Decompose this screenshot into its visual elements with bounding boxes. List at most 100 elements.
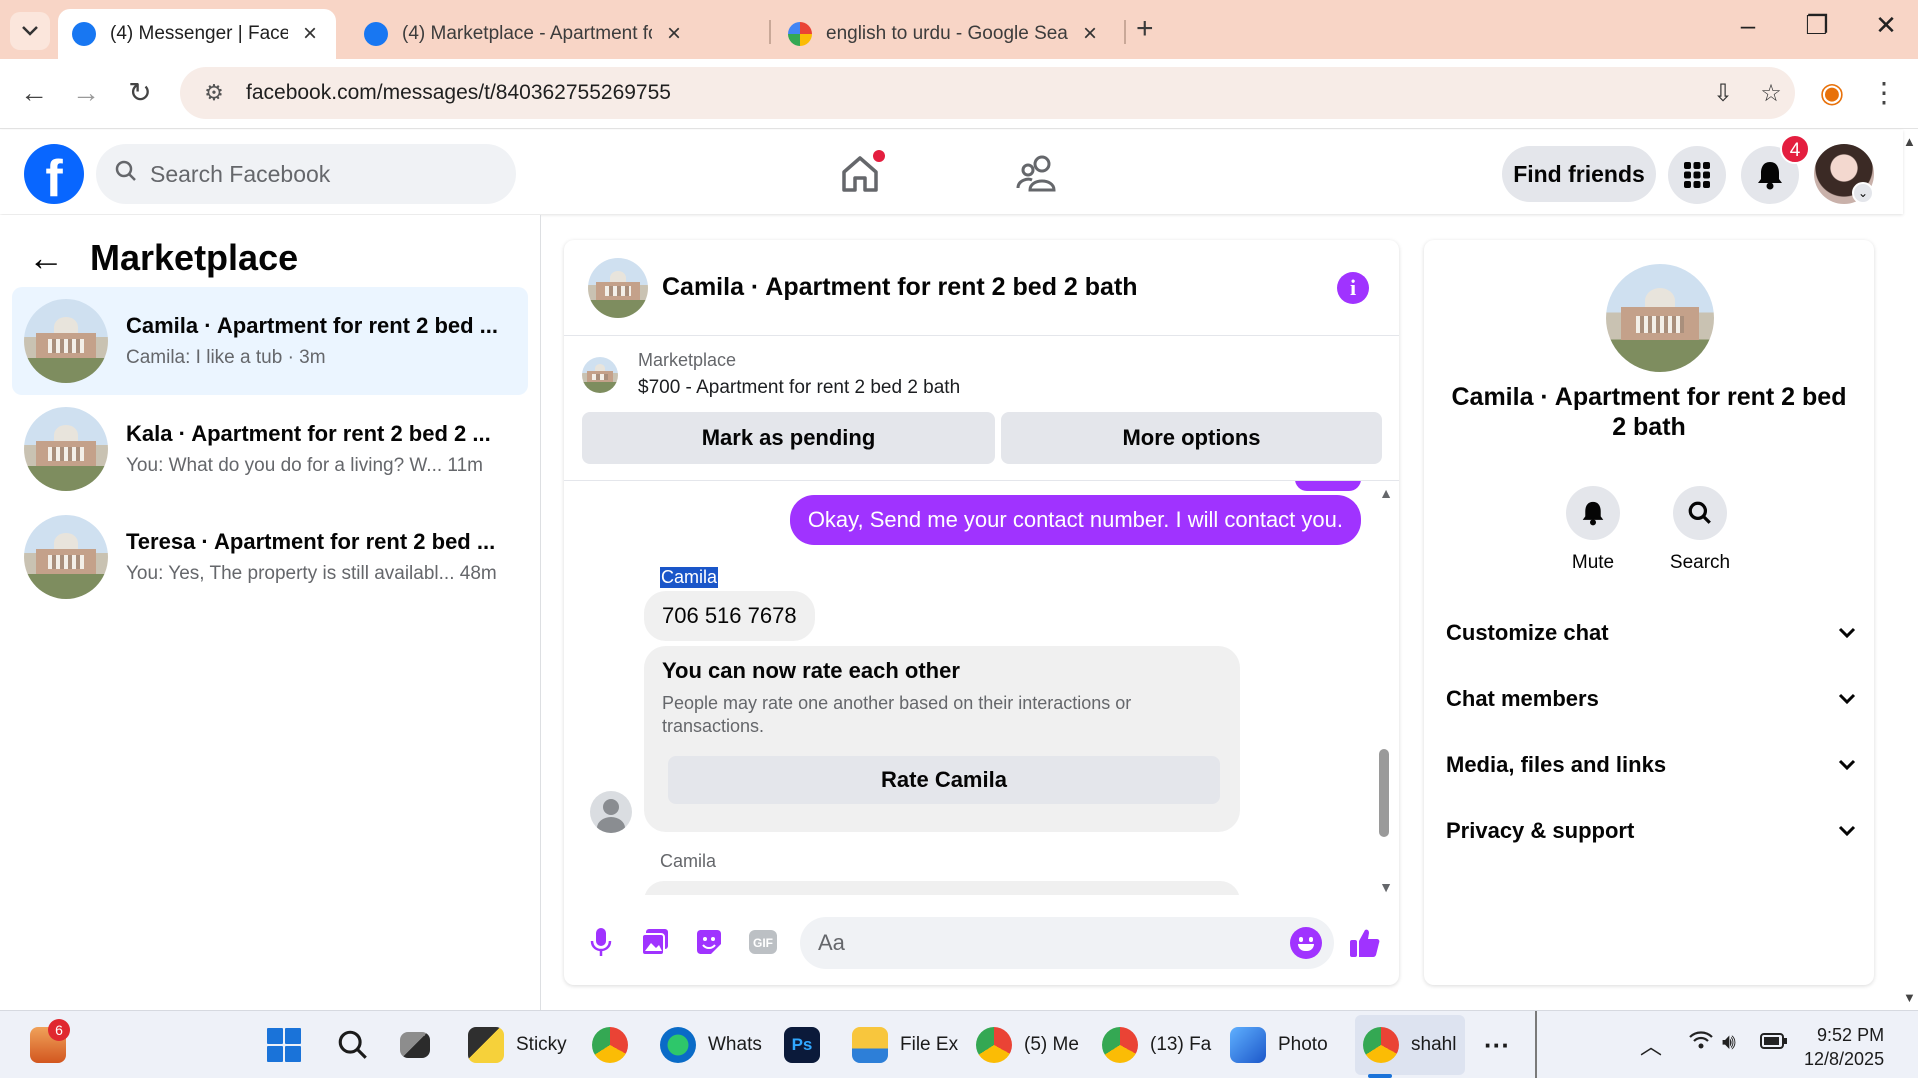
- more-apps-button[interactable]: ···: [1484, 1025, 1510, 1065]
- chat-members-section[interactable]: Chat members: [1446, 679, 1856, 719]
- close-window-button[interactable]: ✕: [1866, 10, 1906, 41]
- search-in-chat-button[interactable]: Search: [1655, 486, 1745, 574]
- browser-tab-messenger[interactable]: (4) Messenger | Facebook ×: [58, 9, 336, 59]
- forward-button[interactable]: →: [66, 73, 106, 113]
- media-files-links-section[interactable]: Media, files and links: [1446, 745, 1856, 785]
- mute-label: Mute: [1571, 552, 1615, 573]
- bookmark-star-icon[interactable]: ☆: [1747, 79, 1795, 108]
- marketplace-listing[interactable]: Marketplace $700 - Apartment for rent 2 …: [582, 350, 960, 399]
- close-icon[interactable]: ×: [1078, 20, 1102, 48]
- tab-search-button[interactable]: [10, 12, 50, 50]
- microphone-icon[interactable]: [574, 927, 628, 964]
- profile-icon[interactable]: ◉: [1812, 73, 1852, 113]
- facebook-search[interactable]: [96, 144, 516, 204]
- system-clock[interactable]: 9:52 PM 12/8/2025: [1804, 1023, 1884, 1071]
- facebook-logo[interactable]: f: [24, 144, 84, 204]
- previous-message-bubble: [1295, 481, 1361, 491]
- taskbar-search-button[interactable]: [336, 1025, 370, 1065]
- privacy-support-section[interactable]: Privacy & support: [1446, 811, 1856, 851]
- incoming-message[interactable]: 706 516 7678: [644, 591, 815, 641]
- rating-card-text: People may rate one another based on the…: [662, 693, 1132, 736]
- start-button[interactable]: [266, 1025, 302, 1065]
- browser-tab-marketplace[interactable]: (4) Marketplace - Apartment fo ×: [350, 9, 760, 59]
- sender-name: Camila: [660, 567, 719, 588]
- sticker-icon[interactable]: [682, 928, 736, 963]
- restore-button[interactable]: ❐: [1797, 10, 1837, 41]
- close-icon[interactable]: ×: [662, 20, 686, 48]
- minimize-button[interactable]: –: [1728, 10, 1768, 41]
- site-settings-icon[interactable]: ⚙: [194, 80, 234, 106]
- page-scroll-down-arrow[interactable]: ▼: [1903, 990, 1916, 1005]
- tab-divider: [769, 20, 771, 44]
- taskbar-app-chrome-facebook[interactable]: (13) Fa: [1102, 1025, 1211, 1065]
- find-friends-button[interactable]: Find friends: [1502, 146, 1656, 202]
- message-input-box[interactable]: [800, 917, 1334, 969]
- taskbar-app-label: File Ex: [900, 1034, 959, 1055]
- chat-header: Camila · Apartment for rent 2 bed 2 bath…: [564, 240, 1399, 336]
- taskbar-app-chrome[interactable]: [592, 1025, 640, 1065]
- scroll-up-arrow[interactable]: ▲: [1379, 485, 1393, 501]
- emoji-icon[interactable]: [1290, 927, 1322, 959]
- back-button[interactable]: ←: [14, 73, 54, 113]
- clock-time: 9:52 PM: [1817, 1025, 1885, 1045]
- taskbar-app-whatsapp[interactable]: Whats: [660, 1025, 762, 1065]
- taskbar-app-photos[interactable]: Photo: [1230, 1025, 1328, 1065]
- conversation-sidebar: ← Marketplace Camila · Apartment for ren…: [0, 215, 541, 1010]
- taskbar-app-chrome-active[interactable]: shahl: [1363, 1025, 1456, 1065]
- facebook-search-input[interactable]: [150, 160, 490, 188]
- mute-button[interactable]: Mute: [1548, 486, 1638, 574]
- taskbar-app-sticky[interactable]: Sticky: [468, 1025, 567, 1065]
- new-tab-button[interactable]: +: [1136, 12, 1154, 46]
- incoming-message: [644, 881, 1240, 895]
- outgoing-message[interactable]: Okay, Send me your contact number. I wil…: [789, 495, 1361, 545]
- taskbar-app-photoshop[interactable]: Ps: [784, 1025, 832, 1065]
- scroll-down-arrow[interactable]: ▼: [1379, 879, 1393, 895]
- conversation-name: Teresa · Apartment for rent 2 bed ...: [126, 529, 496, 554]
- reload-button[interactable]: ↻: [120, 73, 160, 113]
- listing-thumbnail[interactable]: [588, 257, 648, 318]
- rating-card-title: You can now rate each other: [662, 658, 960, 683]
- chevron-down-icon[interactable]: ⌄: [1852, 182, 1874, 204]
- chevron-up-icon[interactable]: ︿: [1640, 1029, 1662, 1061]
- bell-icon: [1582, 501, 1604, 526]
- info-icon[interactable]: i: [1337, 271, 1369, 304]
- more-options-button[interactable]: More options: [1001, 412, 1382, 464]
- gif-icon[interactable]: GIF: [736, 929, 790, 962]
- friends-icon[interactable]: [1014, 150, 1062, 198]
- listing-thumbnail: [24, 299, 108, 383]
- address-bar[interactable]: ⚙ facebook.com/messages/t/84036275526975…: [180, 67, 1795, 119]
- chevron-down-icon: [1838, 821, 1856, 842]
- taskbar-app-file-explorer[interactable]: File Ex: [852, 1025, 958, 1065]
- tab-title: (4) Messenger | Facebook: [110, 23, 288, 44]
- mark-as-pending-button[interactable]: Mark as pending: [582, 412, 995, 464]
- browser-tab-google[interactable]: english to urdu - Google Searc ×: [774, 9, 1116, 59]
- customize-chat-section[interactable]: Customize chat: [1446, 613, 1856, 653]
- menu-grid-button[interactable]: [1668, 146, 1726, 204]
- task-view-button[interactable]: [400, 1025, 442, 1065]
- more-menu-icon[interactable]: ⋮: [1864, 73, 1904, 113]
- thumbs-up-icon[interactable]: [1349, 927, 1381, 967]
- rate-camila-button[interactable]: Rate Camila: [668, 756, 1220, 804]
- taskbar-app-chrome-messenger[interactable]: (5) Me: [976, 1025, 1079, 1065]
- volume-icon[interactable]: 🔊︎: [1722, 1029, 1736, 1055]
- install-app-icon[interactable]: ⇩: [1699, 79, 1747, 108]
- page-title: Marketplace: [90, 237, 299, 278]
- page-scroll-up-arrow[interactable]: ▲: [1903, 134, 1916, 149]
- scrollbar-thumb[interactable]: [1379, 749, 1389, 837]
- conversation-item-teresa[interactable]: Teresa · Apartment for rent 2 bed ... Yo…: [12, 503, 528, 611]
- message-input[interactable]: [818, 930, 1290, 956]
- battery-icon[interactable]: [1760, 1029, 1788, 1055]
- chrome-icon: [1102, 1027, 1138, 1063]
- message-composer: GIF: [564, 905, 1399, 985]
- listing-thumbnail: [1606, 264, 1714, 372]
- conversation-item-kala[interactable]: Kala · Apartment for rent 2 bed 2 ... Yo…: [12, 395, 528, 503]
- wifi-icon[interactable]: [1688, 1029, 1714, 1057]
- chat-title[interactable]: Camila · Apartment for rent 2 bed 2 bath: [662, 273, 1337, 302]
- photo-icon[interactable]: [628, 928, 682, 963]
- conversation-item-camila[interactable]: Camila · Apartment for rent 2 bed ... Ca…: [12, 287, 528, 395]
- back-arrow-icon[interactable]: ←: [28, 237, 64, 279]
- sidebar-header: ← Marketplace: [28, 237, 298, 279]
- close-icon[interactable]: ×: [298, 20, 322, 48]
- url-text[interactable]: facebook.com/messages/t/840362755269755: [246, 81, 1699, 105]
- message-list[interactable]: Okay, Send me your contact number. I wil…: [564, 480, 1399, 895]
